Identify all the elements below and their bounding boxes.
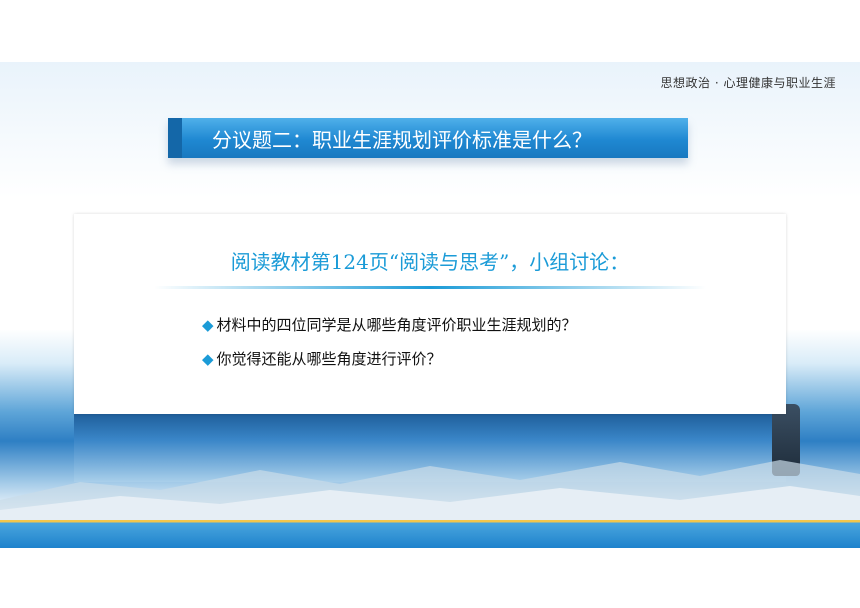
subject-header: 思想政治 · 心理健康与职业生涯 bbox=[660, 76, 836, 90]
diamond-bullet-icon: ◆ bbox=[202, 316, 214, 334]
question-item: ◆ 材料中的四位同学是从哪些角度评价职业生涯规划的？ bbox=[202, 314, 577, 335]
question-text: 你觉得还能从哪些角度进行评价？ bbox=[216, 350, 442, 368]
diamond-bullet-icon: ◆ bbox=[202, 350, 214, 368]
card-title: 阅读教材第124页“阅读与思考”，小组讨论： bbox=[230, 250, 630, 274]
bottom-bar bbox=[0, 520, 860, 548]
topic-title: 分议题二：职业生涯规划评价标准是什么？ bbox=[212, 128, 592, 152]
slide: 思想政治 · 心理健康与职业生涯 分议题二：职业生涯规划评价标准是什么？ 阅读教… bbox=[0, 62, 860, 548]
question-item: ◆ 你觉得还能从哪些角度进行评价？ bbox=[202, 348, 442, 369]
mountain-decoration bbox=[0, 460, 860, 520]
title-divider bbox=[154, 286, 706, 289]
discussion-card: 阅读教材第124页“阅读与思考”，小组讨论： ◆ 材料中的四位同学是从哪些角度评价… bbox=[74, 214, 786, 414]
topic-banner: 分议题二：职业生涯规划评价标准是什么？ bbox=[168, 118, 688, 158]
question-text: 材料中的四位同学是从哪些角度评价职业生涯规划的？ bbox=[216, 316, 577, 334]
